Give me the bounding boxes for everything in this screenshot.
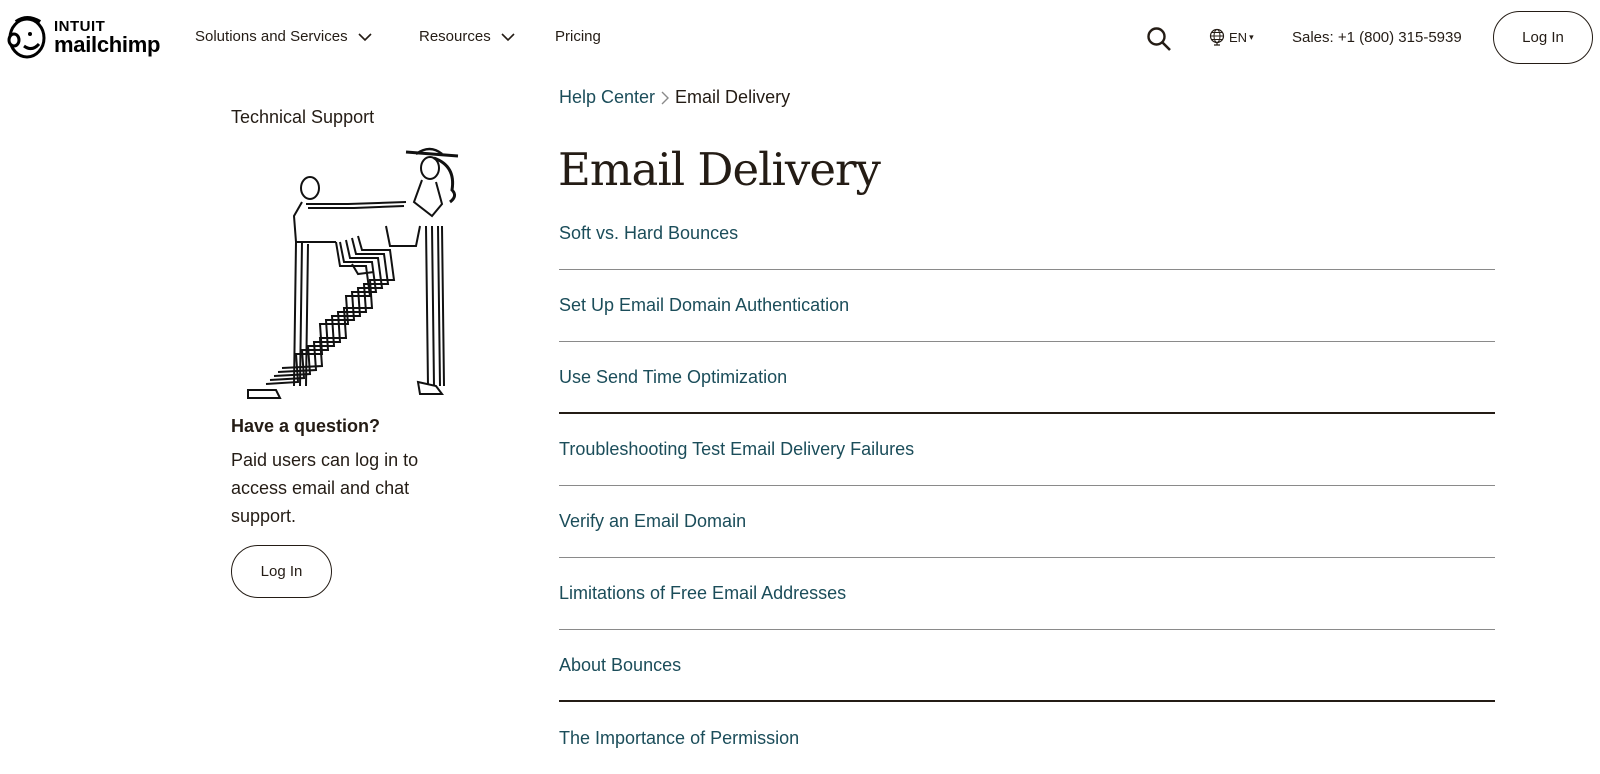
question-text: Paid users can log in to access email an… [231, 450, 419, 526]
breadcrumb-help-center-link[interactable]: Help Center [559, 87, 655, 108]
article-link[interactable]: Soft vs. Hard Bounces [559, 223, 738, 244]
list-item: The Importance of Permission [559, 702, 1495, 774]
chevron-right-icon [661, 91, 670, 104]
header-login-button[interactable]: Log In [1493, 11, 1593, 64]
page-title: Email Delivery [558, 143, 881, 196]
breadcrumb-current: Email Delivery [675, 87, 791, 107]
article-link[interactable]: Verify an Email Domain [559, 511, 746, 532]
article-link[interactable]: Set Up Email Domain Authentication [559, 295, 849, 316]
nav-solutions-and-services[interactable]: Solutions and Services [195, 28, 372, 45]
nav-label: Resources [419, 28, 491, 45]
article-link[interactable]: Troubleshooting Test Email Delivery Fail… [559, 439, 914, 460]
list-item: Limitations of Free Email Addresses [559, 558, 1495, 630]
list-item: Soft vs. Hard Bounces [559, 198, 1495, 270]
mailchimp-logo[interactable]: INTUIT mailchimp [6, 14, 160, 60]
question-title: Have a question? [231, 416, 381, 436]
list-item: Troubleshooting Test Email Delivery Fail… [559, 414, 1495, 486]
nav-label: Pricing [555, 28, 601, 45]
article-link[interactable]: Limitations of Free Email Addresses [559, 583, 846, 604]
support-illustration [247, 147, 459, 399]
list-item: About Bounces [559, 630, 1495, 702]
chevron-down-icon [358, 32, 372, 41]
top-navigation: INTUIT mailchimp Solutions and Services … [0, 0, 1600, 78]
caret-down-icon: ▾ [1249, 31, 1254, 42]
sidebar-login-button[interactable]: Log In [231, 545, 332, 598]
sales-phone: Sales: +1 (800) 315-5939 [1292, 29, 1462, 46]
sidebar-title: Technical Support [231, 107, 375, 127]
freddie-monkey-icon [7, 16, 46, 59]
language-label: EN [1229, 29, 1248, 45]
nav-resources[interactable]: Resources [419, 28, 515, 45]
list-item: Use Send Time Optimization [559, 342, 1495, 414]
brand-mailchimp: mailchimp [54, 31, 161, 57]
globe-icon [1209, 28, 1225, 46]
nav-pricing[interactable]: Pricing [555, 28, 601, 45]
list-item: Verify an Email Domain [559, 486, 1495, 558]
chevron-down-icon [501, 32, 515, 41]
nav-label: Solutions and Services [195, 28, 348, 45]
article-link[interactable]: Use Send Time Optimization [559, 367, 787, 388]
search-icon[interactable] [1146, 26, 1172, 52]
list-item: Set Up Email Domain Authentication [559, 270, 1495, 342]
article-list: Soft vs. Hard Bounces Set Up Email Domai… [559, 198, 1495, 774]
article-link[interactable]: About Bounces [559, 655, 681, 676]
breadcrumb: Help Center Email Delivery [559, 87, 790, 108]
article-link[interactable]: The Importance of Permission [559, 728, 799, 749]
language-selector[interactable]: EN ▾ [1208, 28, 1254, 46]
